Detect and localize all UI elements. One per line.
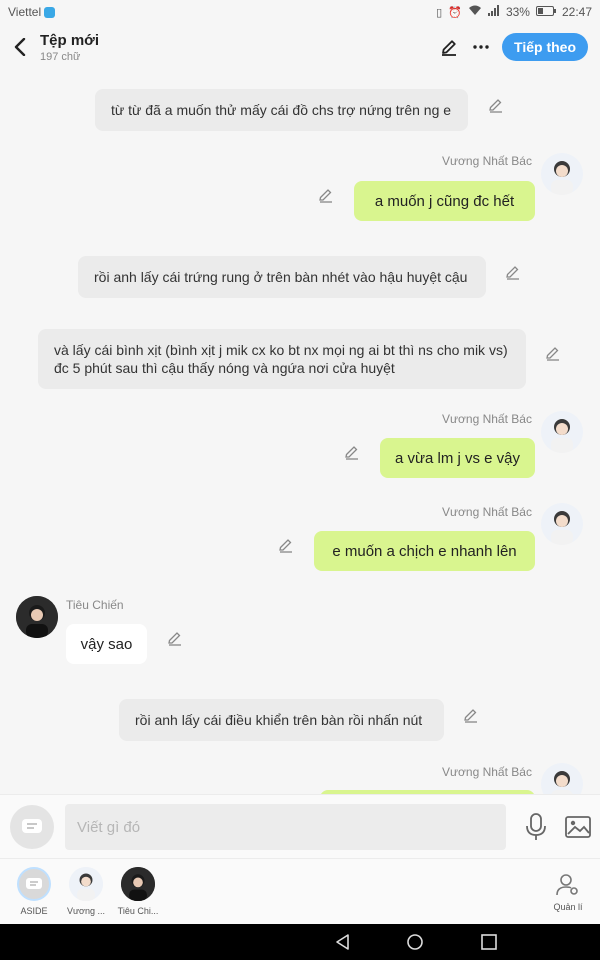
system-nav-bar — [0, 924, 600, 960]
back-button[interactable] — [0, 27, 40, 67]
battery-icon — [535, 5, 556, 19]
sender-name: Vương Nhất Bác — [442, 765, 532, 779]
pencil-icon[interactable] — [545, 345, 561, 361]
narration-message[interactable]: từ từ đã a muốn thử mấy cái đồ chs trợ n… — [95, 89, 468, 131]
page-title: Tệp mới — [40, 31, 100, 49]
chat-bubble-icon — [22, 819, 42, 833]
message-bubble-right[interactable]: a muốn j cũng đc hết — [354, 181, 535, 221]
message-bubble-left[interactable]: vậy sao — [66, 624, 147, 664]
character-aside[interactable]: ASIDE — [6, 867, 62, 916]
character-label: Tiêu Chi... — [117, 906, 159, 916]
alarm-icon: ⏰ — [448, 6, 462, 19]
avatar[interactable] — [541, 763, 583, 794]
message-bubble-right[interactable]: a vừa lm j vs e vậy — [380, 438, 535, 478]
message-input[interactable] — [65, 804, 506, 850]
manage-label: Quản lí — [553, 902, 583, 912]
status-bar: Viettel ▯ ⏰ 33% 22:47 — [0, 0, 600, 24]
pencil-icon[interactable] — [488, 97, 504, 113]
message-text: vậy sao — [80, 635, 133, 653]
avatar-icon — [551, 511, 573, 545]
message-text: e muốn a chịch e nhanh lên — [332, 542, 517, 560]
message-text: rồi anh lấy cái trứng rung ở trên bàn nh… — [94, 269, 468, 285]
pencil-icon[interactable] — [505, 264, 521, 280]
header: Tệp mới 197 chữ Tiếp theo — [0, 24, 600, 70]
avatar-icon — [551, 161, 573, 195]
user-settings-icon — [556, 874, 578, 896]
clock: 22:47 — [561, 5, 592, 19]
aside-avatar — [17, 867, 51, 901]
pencil-icon[interactable] — [278, 537, 294, 553]
edit-button[interactable] — [438, 36, 460, 58]
pencil-icon[interactable] — [463, 707, 479, 723]
avatar[interactable] — [541, 411, 583, 453]
avatar — [69, 867, 103, 901]
manage-button[interactable]: Quản lí — [546, 873, 590, 912]
avatar[interactable] — [541, 503, 583, 545]
vibrate-icon: ▯ — [436, 6, 443, 19]
avatar — [121, 867, 155, 901]
narration-message[interactable]: rồi anh lấy cái điều khiển trên bàn rồi … — [119, 699, 444, 741]
message-text: a vừa lm j vs e vậy — [394, 449, 521, 467]
character-label: ASIDE — [20, 906, 48, 916]
carrier-name: Viettel — [8, 5, 42, 19]
composer — [0, 794, 600, 858]
wifi-icon — [468, 5, 482, 19]
message-bubble-right[interactable]: e muốn a chịch e nhanh lên — [314, 531, 535, 571]
avatar[interactable] — [16, 596, 58, 638]
sender-name: Vương Nhất Bác — [442, 505, 532, 519]
more-dots-icon — [473, 45, 489, 49]
character-label: Vương ... — [67, 906, 105, 916]
avatar[interactable] — [541, 153, 583, 195]
next-button[interactable]: Tiếp theo — [502, 33, 588, 61]
message-text: rồi anh lấy cái điều khiển trên bàn rồi … — [135, 712, 423, 728]
narration-message[interactable]: và lấy cái bình xịt (bình xịt j mik cx k… — [38, 329, 526, 389]
carrier-icon — [44, 6, 56, 18]
narration-message[interactable]: rồi anh lấy cái trứng rung ở trên bàn nh… — [78, 256, 486, 298]
sender-name: Tiêu Chiến — [66, 598, 124, 612]
message-text: và lấy cái bình xịt (bình xịt j mik cx k… — [54, 342, 508, 376]
home-circle-icon[interactable] — [405, 932, 425, 952]
more-options-button[interactable] — [470, 36, 492, 58]
back-triangle-icon[interactable] — [333, 932, 353, 952]
avatar-icon — [551, 419, 573, 453]
chat-bubble-icon — [26, 878, 42, 889]
character-wang-yibo[interactable]: Vương ... — [58, 867, 114, 916]
avatar-icon — [121, 867, 155, 901]
message-text: từ từ đã a muốn thử mấy cái đồ chs trợ n… — [111, 102, 452, 118]
image-icon[interactable] — [565, 815, 591, 839]
signal-icon — [487, 5, 500, 19]
battery-percent: 33% — [505, 5, 530, 19]
recents-square-icon[interactable] — [479, 932, 499, 952]
word-count: 197 chữ — [40, 50, 81, 63]
microphone-icon[interactable] — [524, 813, 548, 841]
sender-name: Vương Nhất Bác — [442, 154, 532, 168]
pencil-icon[interactable] — [167, 630, 183, 646]
avatar-icon — [69, 867, 103, 901]
chevron-left-icon — [14, 38, 26, 56]
pencil-icon[interactable] — [344, 444, 360, 460]
character-xiao-zhan[interactable]: Tiêu Chi... — [110, 867, 166, 916]
sender-name: Vương Nhất Bác — [442, 412, 532, 426]
chat-area[interactable]: từ từ đã a muốn thử mấy cái đồ chs trợ n… — [0, 70, 600, 794]
message-text: a muốn j cũng đc hết — [374, 192, 515, 210]
pen-icon — [442, 40, 457, 56]
character-bar: ASIDE Vương ... Tiêu Chi... Quản lí — [0, 858, 600, 924]
aside-toggle-button[interactable] — [10, 805, 54, 849]
pencil-icon[interactable] — [318, 187, 334, 203]
avatar-icon — [551, 771, 573, 794]
avatar-icon — [16, 596, 58, 638]
